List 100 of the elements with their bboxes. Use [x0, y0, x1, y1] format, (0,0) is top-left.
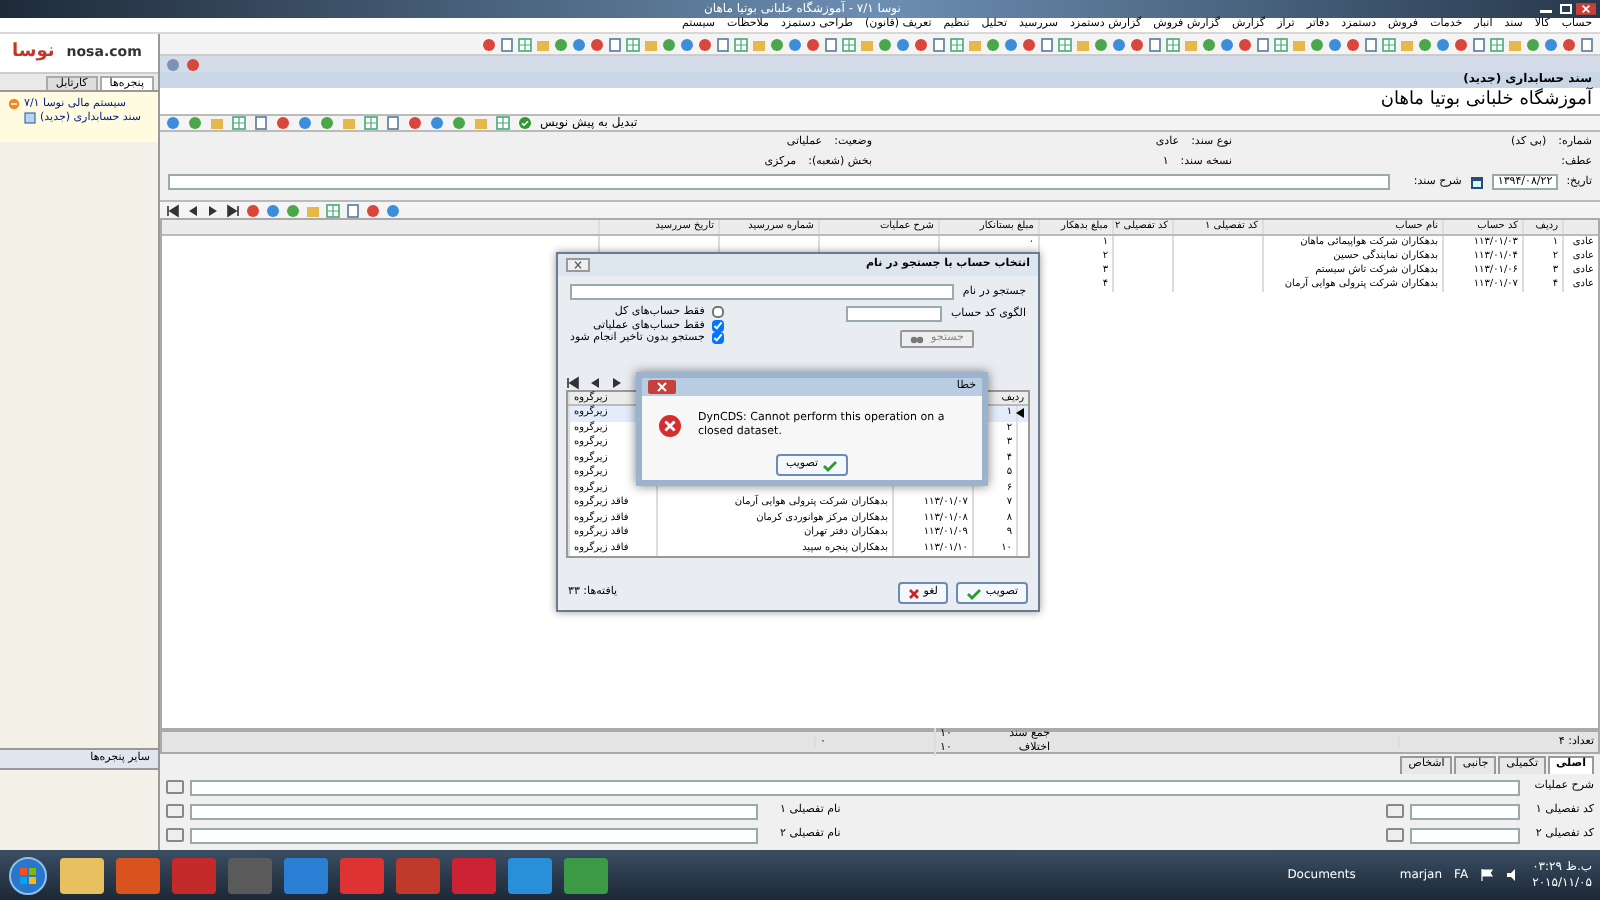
circle-icon[interactable]: [788, 37, 802, 51]
circle-icon[interactable]: [166, 116, 180, 130]
code-pattern-field[interactable]: [846, 306, 943, 322]
grid-icon[interactable]: [518, 37, 532, 51]
circle-icon[interactable]: [1562, 37, 1576, 51]
last-record-icon[interactable]: [226, 203, 240, 217]
document-icon[interactable]: [1040, 37, 1054, 51]
circle-icon[interactable]: [408, 116, 422, 130]
check-circle-icon[interactable]: [518, 116, 532, 130]
circle-icon[interactable]: [1328, 37, 1342, 51]
circle-icon[interactable]: [1004, 37, 1018, 51]
grid-icon[interactable]: [1274, 37, 1288, 51]
circle-icon[interactable]: [1094, 37, 1108, 51]
folder-icon[interactable]: [474, 116, 488, 130]
taskbar-app-icon[interactable]: [508, 857, 552, 893]
grid-icon[interactable]: [842, 37, 856, 51]
folder-icon[interactable]: [342, 116, 356, 130]
close-icon[interactable]: [566, 258, 590, 272]
circle-icon[interactable]: [1112, 37, 1126, 51]
circle-icon[interactable]: [680, 37, 694, 51]
circle-icon[interactable]: [482, 37, 496, 51]
circle-icon[interactable]: [1346, 37, 1360, 51]
taskbar-app-icon[interactable]: [564, 857, 608, 893]
document-icon[interactable]: [1472, 37, 1486, 51]
text-field[interactable]: [190, 779, 1520, 795]
document-icon[interactable]: [500, 37, 514, 51]
circle-icon[interactable]: [986, 37, 1000, 51]
circle-icon[interactable]: [386, 203, 400, 217]
taskbar-app-icon[interactable]: [60, 857, 104, 893]
folder-icon[interactable]: [644, 37, 658, 51]
description-field[interactable]: [168, 174, 1390, 190]
taskbar-app-icon[interactable]: [284, 857, 328, 893]
grid-icon[interactable]: [734, 37, 748, 51]
document-icon[interactable]: [386, 116, 400, 130]
circle-icon[interactable]: [1526, 37, 1540, 51]
circle-icon[interactable]: [1220, 37, 1234, 51]
document-icon[interactable]: [716, 37, 730, 51]
grid-icon[interactable]: [496, 116, 510, 130]
start-button-icon[interactable]: [8, 855, 48, 895]
volume-icon[interactable]: [1506, 868, 1521, 882]
circle-icon[interactable]: [298, 116, 312, 130]
document-icon[interactable]: [1256, 37, 1270, 51]
circle-icon[interactable]: [1130, 37, 1144, 51]
circle-icon[interactable]: [186, 57, 200, 71]
name-field[interactable]: [190, 803, 758, 819]
circle-icon[interactable]: [1202, 37, 1216, 51]
folder-icon[interactable]: [1400, 37, 1414, 51]
document-icon[interactable]: [824, 37, 838, 51]
checkbox[interactable]: [712, 306, 725, 319]
circle-icon[interactable]: [806, 37, 820, 51]
circle-icon[interactable]: [452, 116, 466, 130]
circle-icon[interactable]: [914, 37, 928, 51]
folder-icon[interactable]: [210, 116, 224, 130]
circle-icon[interactable]: [1544, 37, 1558, 51]
pin-icon[interactable]: [166, 57, 180, 71]
folder-icon[interactable]: [1508, 37, 1522, 51]
circle-icon[interactable]: [266, 203, 280, 217]
circle-icon[interactable]: [1436, 37, 1450, 51]
name-field[interactable]: [190, 827, 758, 843]
grid-icon[interactable]: [1166, 37, 1180, 51]
collapse-icon[interactable]: [8, 98, 20, 111]
folder-icon[interactable]: [1076, 37, 1090, 51]
circle-icon[interactable]: [896, 37, 910, 51]
folder-icon[interactable]: [536, 37, 550, 51]
circle-icon[interactable]: [1022, 37, 1036, 51]
flag-icon[interactable]: [1480, 868, 1495, 882]
document-icon[interactable]: [608, 37, 622, 51]
circle-icon[interactable]: [590, 37, 604, 51]
circle-icon[interactable]: [1238, 37, 1252, 51]
circle-icon[interactable]: [366, 203, 380, 217]
grid-icon[interactable]: [232, 116, 246, 130]
calendar-icon[interactable]: [1469, 175, 1484, 189]
first-record-icon[interactable]: [166, 203, 180, 217]
taskbar-app-icon[interactable]: [116, 857, 160, 893]
circle-icon[interactable]: [1418, 37, 1432, 51]
document-icon[interactable]: [346, 203, 360, 217]
grid-icon[interactable]: [1058, 37, 1072, 51]
grid-icon[interactable]: [1490, 37, 1504, 51]
restore-icon[interactable]: [1556, 2, 1576, 16]
circle-icon[interactable]: [698, 37, 712, 51]
circle-icon[interactable]: [286, 203, 300, 217]
close-icon[interactable]: [648, 380, 676, 394]
grid-icon[interactable]: [326, 203, 340, 217]
circle-icon[interactable]: [1310, 37, 1324, 51]
circle-icon[interactable]: [878, 37, 892, 51]
circle-icon[interactable]: [246, 203, 260, 217]
grid-icon[interactable]: [364, 116, 378, 130]
circle-icon[interactable]: [320, 116, 334, 130]
circle-icon[interactable]: [188, 116, 202, 130]
folder-icon[interactable]: [306, 203, 320, 217]
first-record-icon[interactable]: [566, 376, 580, 390]
document-icon[interactable]: [1580, 37, 1594, 51]
document-icon[interactable]: [1364, 37, 1378, 51]
circle-icon[interactable]: [554, 37, 568, 51]
folder-icon[interactable]: [1292, 37, 1306, 51]
grid-icon[interactable]: [950, 37, 964, 51]
circle-icon[interactable]: [430, 116, 444, 130]
folder-icon[interactable]: [860, 37, 874, 51]
checkbox[interactable]: [712, 319, 725, 332]
circle-icon[interactable]: [276, 116, 290, 130]
